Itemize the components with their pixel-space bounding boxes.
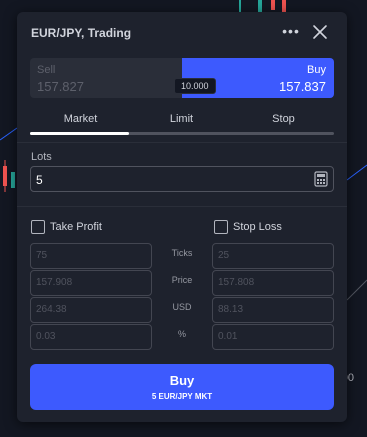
stop-loss-price-value: 157.808 <box>218 277 255 288</box>
take-profit-usd-value: 264.38 <box>36 304 67 315</box>
close-icon <box>313 25 327 39</box>
take-profit-ticks-value: 75 <box>36 250 48 261</box>
sell-button[interactable]: Sell 157.827 <box>30 58 182 98</box>
stop-loss-ticks-value: 25 <box>218 250 230 261</box>
take-profit-percent-input[interactable]: 0.03 <box>30 324 152 350</box>
dialog-title: EUR/JPY, Trading <box>31 26 132 40</box>
ticks-label: Ticks <box>171 248 193 258</box>
usd-label: USD <box>172 302 192 312</box>
sell-label: Sell <box>37 64 56 76</box>
divider <box>17 142 347 143</box>
candle-body <box>282 0 286 12</box>
indicator-line <box>346 164 367 181</box>
indicator-line <box>346 279 367 301</box>
candle-body <box>258 0 262 12</box>
lots-input[interactable]: 5 <box>30 166 334 192</box>
tab-active-indicator <box>30 132 129 135</box>
stop-loss-usd-value: 88.13 <box>218 304 244 315</box>
submit-detail: 5 EUR/JPY MKT <box>151 392 213 401</box>
stop-loss-usd-input[interactable]: 88.13 <box>212 297 334 323</box>
take-profit-ticks-input[interactable]: 75 <box>30 243 152 269</box>
submit-label: Buy <box>169 373 195 388</box>
trading-dialog: EUR/JPY, Trading ••• Sell 157.827 Buy 15… <box>17 12 347 422</box>
tab-limit[interactable]: Limit <box>131 113 232 125</box>
sell-buy-selector: Sell 157.827 Buy 157.837 10.000 <box>30 58 334 98</box>
close-button[interactable] <box>310 22 330 42</box>
percent-label: % <box>177 329 186 339</box>
calculator-icon[interactable] <box>314 171 328 187</box>
stop-loss-label[interactable]: Stop Loss <box>233 221 282 233</box>
stop-loss-percent-value: 0.01 <box>218 331 238 342</box>
take-profit-price-input[interactable]: 157.908 <box>30 270 152 296</box>
lots-label: Lots <box>31 151 52 163</box>
spread-badge: 10.000 <box>174 78 216 94</box>
stop-loss-checkbox[interactable] <box>214 220 228 234</box>
more-options-button[interactable]: ••• <box>281 24 301 40</box>
take-profit-price-value: 157.908 <box>36 277 73 288</box>
buy-label: Buy <box>307 64 326 76</box>
price-label: Price <box>171 275 193 285</box>
candle-body <box>11 172 15 188</box>
divider <box>17 206 347 207</box>
buy-price: 157.837 <box>279 79 326 94</box>
take-profit-checkbox[interactable] <box>31 220 45 234</box>
indicator-line <box>0 127 18 141</box>
take-profit-label[interactable]: Take Profit <box>50 221 102 233</box>
stop-loss-percent-input[interactable]: 0.01 <box>212 324 334 350</box>
take-profit-percent-value: 0.03 <box>36 331 56 342</box>
take-profit-usd-input[interactable]: 264.38 <box>30 297 152 323</box>
lots-value: 5 <box>36 173 43 187</box>
stop-loss-ticks-input[interactable]: 25 <box>212 243 334 269</box>
tab-stop[interactable]: Stop <box>233 113 334 125</box>
candle-body <box>271 0 275 10</box>
dialog-header: EUR/JPY, Trading ••• <box>17 12 347 52</box>
submit-buy-button[interactable]: Buy 5 EUR/JPY MKT <box>30 364 334 410</box>
calculator-icon-svg <box>314 171 328 187</box>
tab-market[interactable]: Market <box>30 113 131 125</box>
stop-loss-price-input[interactable]: 157.808 <box>212 270 334 296</box>
order-type-tabs: Market Limit Stop <box>30 108 334 135</box>
sell-price: 157.827 <box>37 79 84 94</box>
